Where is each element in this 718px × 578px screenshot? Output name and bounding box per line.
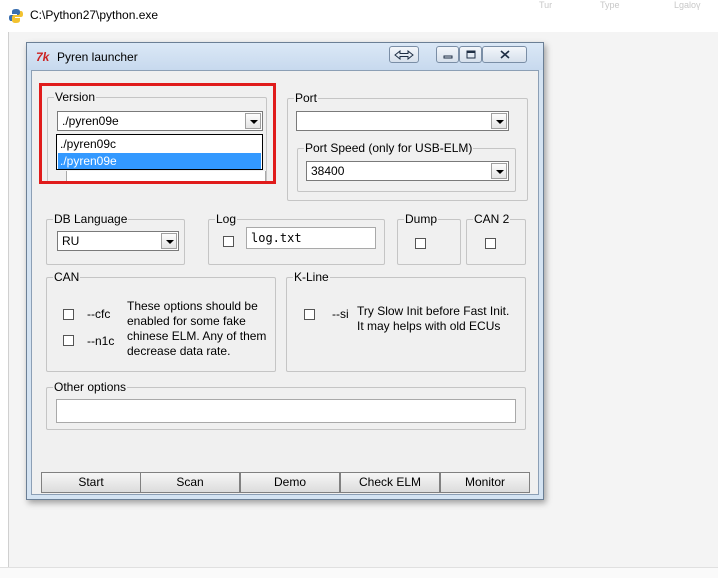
log-label: Log	[215, 212, 238, 226]
dump-label: Dump	[404, 212, 439, 226]
port-combobox[interactable]	[296, 111, 509, 131]
maximize-icon	[466, 50, 475, 59]
check-elm-button[interactable]: Check ELM	[340, 472, 440, 493]
close-button[interactable]	[482, 46, 527, 63]
db-language-combobox[interactable]: RU	[57, 231, 179, 251]
window-titlebar[interactable]: 7k Pyren launcher	[27, 43, 543, 70]
other-options-input[interactable]	[56, 399, 516, 423]
other-options-label: Other options	[53, 380, 128, 394]
port-label: Port	[294, 91, 319, 105]
background-text: Tur	[539, 0, 553, 10]
kline-label: K-Line	[293, 270, 330, 284]
background-text: Lgaloү	[674, 0, 701, 10]
can2-label: CAN 2	[473, 212, 511, 226]
can-help-line-1: These options should be	[127, 299, 258, 313]
can2-group: CAN 2	[466, 212, 526, 265]
cfc-checkbox[interactable]	[63, 309, 74, 320]
port-speed-label: Port Speed (only for USB-ELM)	[304, 141, 474, 155]
kline-help-line-2: It may helps with old ECUs	[357, 319, 501, 333]
si-label: --si	[332, 307, 349, 321]
port-speed-value: 38400	[311, 164, 345, 178]
tk-feather-icon: 7k	[36, 50, 50, 64]
background-text: Type	[600, 0, 620, 10]
chevron-down-icon[interactable]	[491, 163, 507, 179]
dump-group: Dump	[397, 212, 461, 265]
can-label: CAN	[53, 270, 81, 284]
can2-checkbox[interactable]	[485, 238, 496, 249]
dump-checkbox[interactable]	[415, 238, 426, 249]
window-title: Pyren launcher	[57, 50, 138, 64]
double-arrow-icon	[394, 49, 414, 60]
n1c-checkbox[interactable]	[63, 335, 74, 346]
console-bottom-edge	[0, 567, 718, 578]
close-icon	[499, 50, 510, 59]
scan-button[interactable]: Scan	[140, 472, 240, 493]
demo-button[interactable]: Demo	[240, 472, 340, 493]
chevron-down-icon[interactable]	[491, 113, 507, 129]
console-title: C:\Python27\python.exe	[30, 8, 159, 22]
python-icon	[9, 9, 23, 23]
monitor-button[interactable]: Monitor	[440, 472, 530, 493]
log-checkbox[interactable]	[223, 236, 234, 247]
can-help-line-4: decrease data rate.	[127, 344, 231, 358]
si-checkbox[interactable]	[304, 309, 315, 320]
cfc-label: --cfc	[87, 307, 111, 321]
can-help-line-2: enabled for some fake	[127, 314, 246, 328]
highlight-annotation-box	[39, 83, 276, 184]
start-button[interactable]: Start	[41, 472, 141, 493]
kline-help-line-1: Try Slow Init before Fast Init.	[357, 304, 510, 318]
can-help-line-3: chinese ELM. Any of them	[127, 329, 267, 343]
minimize-icon	[443, 55, 452, 58]
chevron-down-icon[interactable]	[161, 233, 177, 249]
db-language-label: DB Language	[53, 212, 129, 226]
minimize-button[interactable]	[436, 46, 459, 63]
log-file-value: log.txt	[251, 231, 302, 245]
n1c-label: --n1c	[87, 334, 115, 348]
console-titlebar: C:\Python27\python.exe Tur Type Lgaloү	[0, 0, 718, 32]
maximize-button[interactable]	[459, 46, 482, 63]
port-speed-combobox[interactable]: 38400	[306, 161, 509, 181]
restore-button[interactable]	[389, 46, 419, 63]
db-language-value: RU	[62, 234, 80, 248]
log-file-input[interactable]: log.txt	[246, 227, 376, 249]
